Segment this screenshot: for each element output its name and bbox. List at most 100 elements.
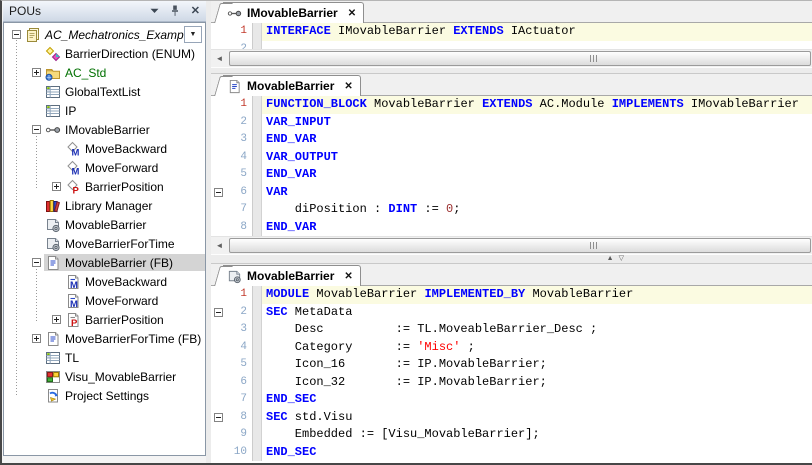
expand-box[interactable] (48, 315, 64, 324)
expand-box[interactable] (28, 334, 44, 343)
code-line[interactable]: 6VAR (211, 184, 812, 202)
code-text[interactable]: SEC std.Visu (262, 409, 812, 427)
code-area[interactable]: 1MODULE MovableBarrier IMPLEMENTED_BY Mo… (211, 286, 812, 463)
code-text[interactable]: END_VAR (262, 219, 812, 237)
code-text[interactable]: VAR_OUTPUT (262, 149, 812, 167)
code-line[interactable]: 4VAR_OUTPUT (211, 149, 812, 167)
scrollbar-thumb[interactable] (229, 238, 811, 253)
tab-movablebarrier[interactable]: MovableBarrier✕ (223, 265, 361, 286)
tab-close-icon[interactable]: ✕ (344, 81, 352, 92)
scrollbar-thumb[interactable] (229, 51, 811, 66)
pane-splitter[interactable]: ▲ ▽ (211, 254, 812, 264)
tree-item-movebarrierfortime[interactable]: MoveBarrierForTime (4, 234, 205, 253)
code-line[interactable]: 1FUNCTION_BLOCK MovableBarrier EXTENDS A… (211, 96, 812, 114)
code-text[interactable]: END_SEC (262, 391, 812, 409)
tree-item-moveforward[interactable]: MMoveForward (4, 158, 205, 177)
code-line[interactable]: 4 Category := 'Misc' ; (211, 339, 812, 357)
pane-splitter[interactable] (211, 67, 812, 74)
code-line[interactable]: 2 (211, 41, 812, 50)
tab-movablebarrier[interactable]: MovableBarrier✕ (223, 75, 361, 96)
code-text[interactable]: MODULE MovableBarrier IMPLEMENTED_BY Mov… (262, 286, 812, 304)
tree-item-movebarrierfortime-fb[interactable]: MoveBarrierForTime (FB) (4, 329, 205, 348)
tree-item-barrierdirection-enum[interactable]: BarrierDirection (ENUM) (4, 44, 205, 63)
code-text[interactable]: Category := 'Misc' ; (262, 339, 812, 357)
tree-item-movebackward[interactable]: MMoveBackward (4, 139, 205, 158)
code-text[interactable]: SEC MetaData (262, 304, 812, 322)
code-line[interactable]: 8END_VAR (211, 219, 812, 237)
tree-item-ac-mechatronics-example[interactable]: AC_Mechatronics_Example▼ (4, 25, 205, 44)
scroll-left-icon[interactable]: ◄ (211, 237, 228, 254)
tree-item-visu-movablebarrier[interactable]: Visu_MovableBarrier (4, 367, 205, 386)
code-text[interactable]: Embedded := [Visu_MovableBarrier]; (262, 426, 812, 444)
scrollbar-track[interactable] (228, 237, 812, 254)
code-text[interactable]: INTERFACE IMovableBarrier EXTENDS IActua… (262, 23, 812, 41)
code-line[interactable]: 1INTERFACE IMovableBarrier EXTENDS IActu… (211, 23, 812, 41)
fold-collapse-box[interactable] (211, 184, 225, 202)
code-text[interactable]: VAR_INPUT (262, 114, 812, 132)
code-text[interactable]: diPosition : DINT := 0; (262, 201, 812, 219)
expand-box[interactable] (48, 182, 64, 191)
code-line[interactable]: 10END_SEC (211, 444, 812, 462)
collapse-box[interactable] (28, 258, 44, 267)
pin-icon[interactable] (170, 5, 180, 17)
code-line[interactable]: 7 diPosition : DINT := 0; (211, 201, 812, 219)
tree-item-project-settings[interactable]: Project Settings (4, 386, 205, 405)
fold-collapse-box[interactable] (211, 304, 225, 322)
project-settings-icon (44, 388, 62, 404)
code-text[interactable]: Desc := TL.MoveableBarrier_Desc ; (262, 321, 812, 339)
tree-item-movablebarrier-fb[interactable]: MovableBarrier (FB) (4, 253, 205, 272)
fold-collapse-box[interactable] (211, 409, 225, 427)
code-line[interactable]: 2SEC MetaData (211, 304, 812, 322)
tab-close-icon[interactable]: ✕ (348, 8, 356, 19)
tree-item-label: TL (65, 351, 79, 365)
tab-close-icon[interactable]: ✕ (344, 271, 352, 282)
tree-item-barrierposition[interactable]: PBarrierPosition (4, 310, 205, 329)
tree-item-barrierposition[interactable]: PBarrierPosition (4, 177, 205, 196)
tab-imovablebarrier[interactable]: IMovableBarrier✕ (223, 2, 364, 23)
code-line[interactable]: 1MODULE MovableBarrier IMPLEMENTED_BY Mo… (211, 286, 812, 304)
tree-item-ip[interactable]: IP (4, 101, 205, 120)
fold-margin (211, 426, 225, 444)
code-text[interactable] (262, 41, 812, 50)
tree-item-imovablebarrier[interactable]: IMovableBarrier (4, 120, 205, 139)
chevron-down-icon[interactable] (150, 8, 159, 14)
item-dropdown-button[interactable]: ▼ (184, 26, 202, 43)
tree-item-movablebarrier[interactable]: MovableBarrier (4, 215, 205, 234)
tree-item-tl[interactable]: TL (4, 348, 205, 367)
collapse-down-icon[interactable]: ▽ (619, 255, 624, 263)
code-line[interactable]: 5 Icon_16 := IP.MovableBarrier; (211, 356, 812, 374)
horizontal-scrollbar[interactable]: ◄ (211, 236, 812, 254)
horizontal-scrollbar[interactable]: ◄ (211, 49, 812, 67)
code-text[interactable]: Icon_16 := IP.MovableBarrier; (262, 356, 812, 374)
collapse-box[interactable] (8, 30, 24, 39)
code-area[interactable]: 1FUNCTION_BLOCK MovableBarrier EXTENDS A… (211, 96, 812, 236)
collapse-up-icon[interactable]: ▲ (607, 255, 614, 263)
code-line[interactable]: 3END_VAR (211, 131, 812, 149)
code-line[interactable]: 3 Desc := TL.MoveableBarrier_Desc ; (211, 321, 812, 339)
code-text[interactable]: END_VAR (262, 166, 812, 184)
close-icon[interactable]: ✕ (191, 6, 200, 17)
code-line[interactable]: 6 Icon_32 := IP.MovableBarrier; (211, 374, 812, 392)
fold-margin (211, 149, 225, 167)
tree-item-ac-std[interactable]: AC_Std (4, 63, 205, 82)
scroll-left-icon[interactable]: ◄ (211, 50, 228, 67)
tree-item-moveforward[interactable]: MMoveForward (4, 291, 205, 310)
code-text[interactable]: FUNCTION_BLOCK MovableBarrier EXTENDS AC… (262, 96, 812, 114)
code-area[interactable]: 1INTERFACE IMovableBarrier EXTENDS IActu… (211, 23, 812, 49)
code-line[interactable]: 7END_SEC (211, 391, 812, 409)
code-text[interactable]: VAR (262, 184, 812, 202)
tree-item-library-manager[interactable]: Library Manager (4, 196, 205, 215)
code-line[interactable]: 8SEC std.Visu (211, 409, 812, 427)
code-line[interactable]: 5END_VAR (211, 166, 812, 184)
code-text[interactable]: Icon_32 := IP.MovableBarrier; (262, 374, 812, 392)
code-line[interactable]: 9 Embedded := [Visu_MovableBarrier]; (211, 426, 812, 444)
code-text[interactable]: END_VAR (262, 131, 812, 149)
collapse-box[interactable] (28, 125, 44, 134)
scrollbar-track[interactable] (228, 50, 812, 67)
tree-item-movebackward[interactable]: MMoveBackward (4, 272, 205, 291)
code-line[interactable]: 2VAR_INPUT (211, 114, 812, 132)
code-text[interactable]: END_SEC (262, 444, 812, 462)
expand-box[interactable] (28, 68, 44, 77)
tree-item-globaltextlist[interactable]: GlobalTextList (4, 82, 205, 101)
code-token: END_VAR (266, 167, 316, 181)
